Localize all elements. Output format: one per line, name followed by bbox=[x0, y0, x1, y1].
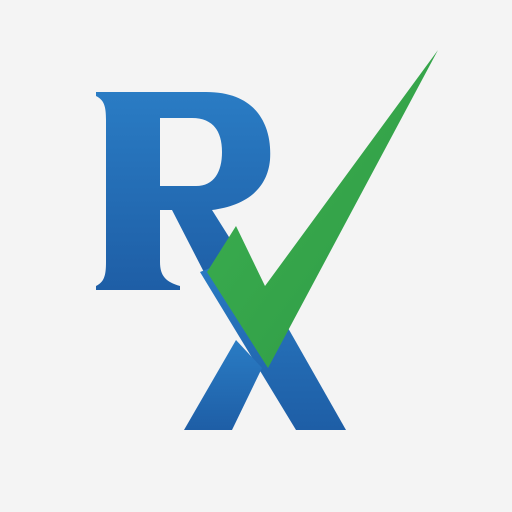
checkmark-icon bbox=[207, 50, 438, 368]
rx-checkmark-logo bbox=[96, 50, 438, 430]
logo-canvas bbox=[0, 0, 512, 512]
